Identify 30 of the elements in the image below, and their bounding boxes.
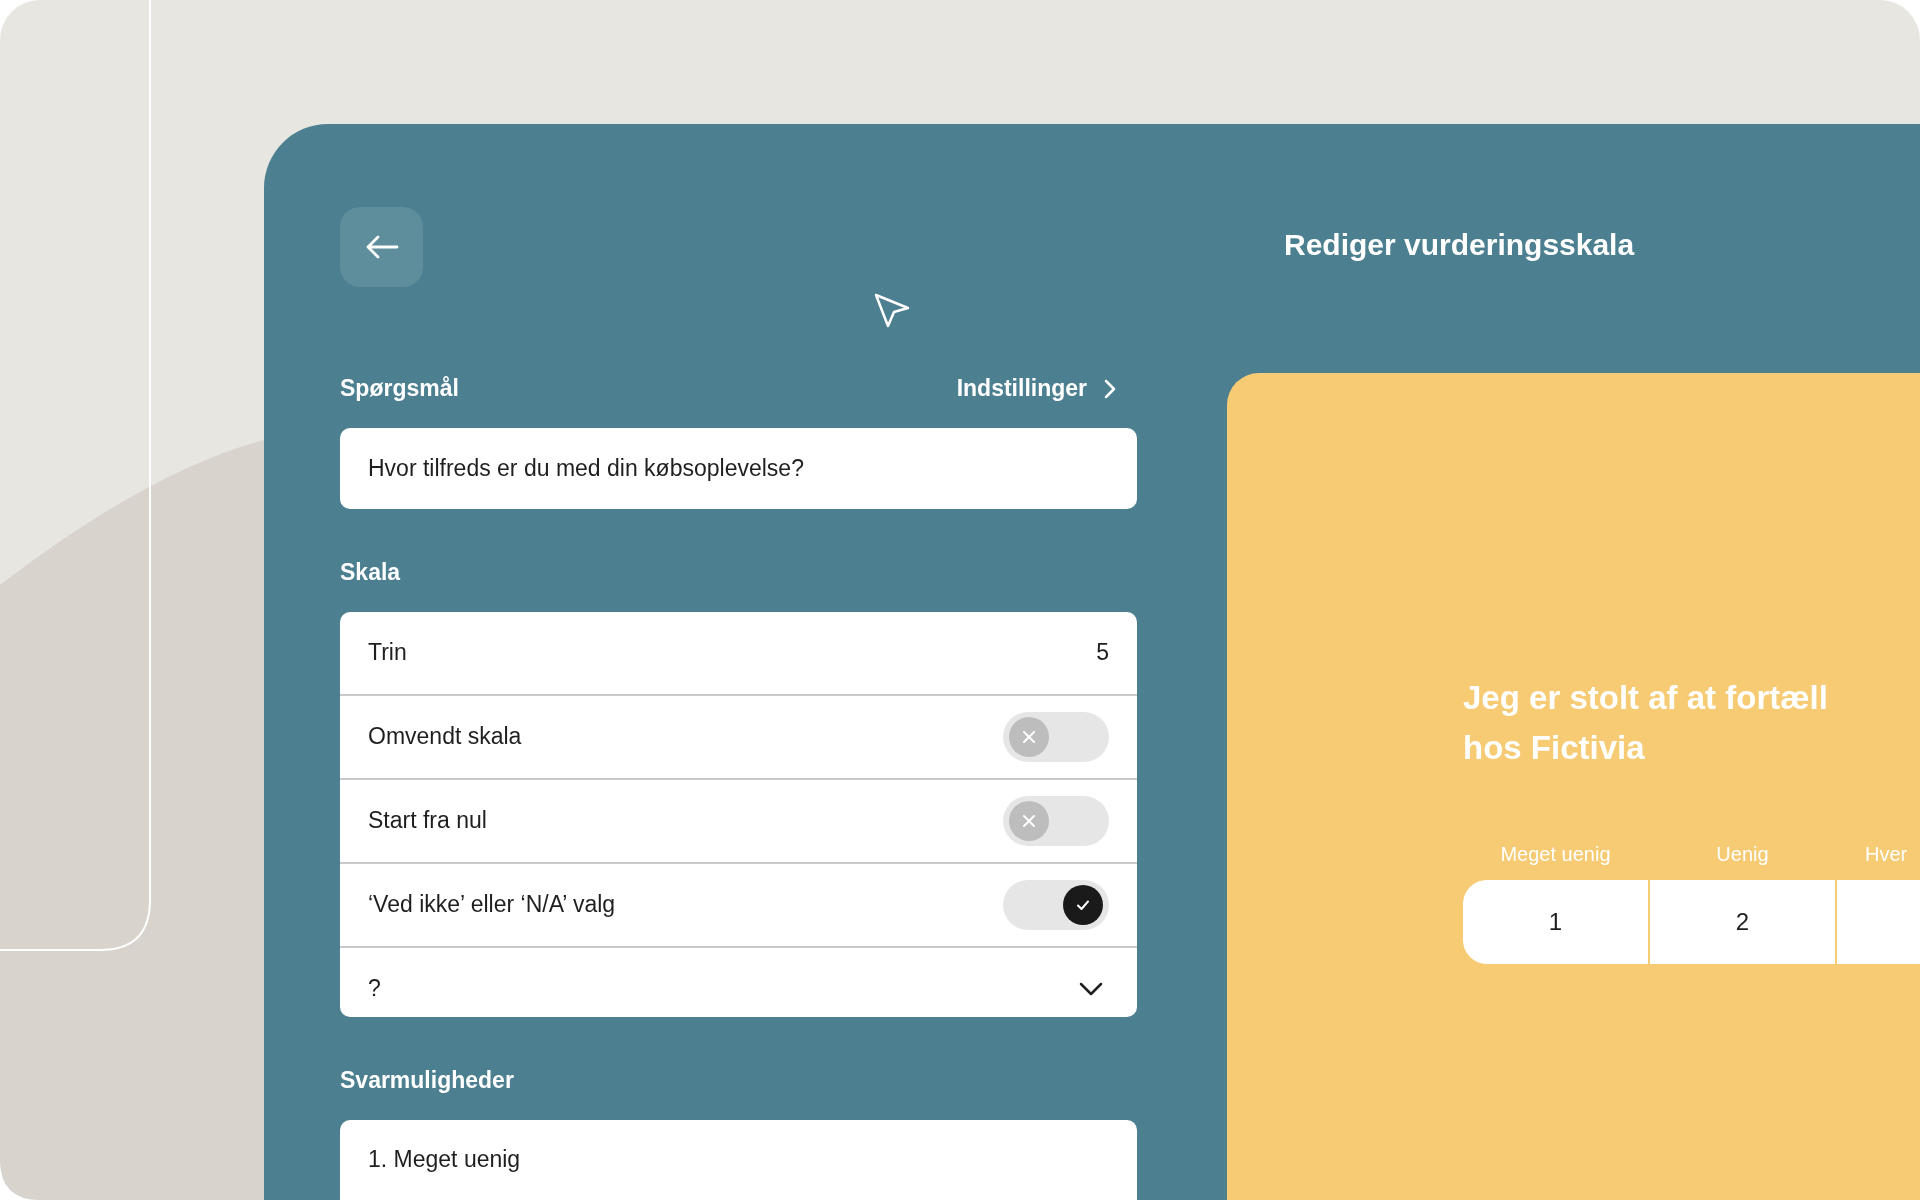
option-label: Hver <box>1865 843 1908 866</box>
toggle-switch[interactable] <box>1003 879 1109 930</box>
toggle-switch[interactable] <box>1003 711 1109 762</box>
setting-label: Trin <box>368 639 407 667</box>
chevron-right-icon <box>1103 377 1117 400</box>
cursor-icon <box>873 292 911 330</box>
close-icon <box>1022 813 1036 828</box>
option-label: Uenig <box>1716 843 1769 866</box>
page-title: Rediger vurderingsskala <box>1284 228 1635 262</box>
setting-label: Start fra nul <box>368 807 487 835</box>
answer-field[interactable]: 1. Meget uenig <box>340 1119 1137 1200</box>
preview-heading: Jeg er stolt af at fortæll <box>1463 678 1828 718</box>
close-icon <box>1022 729 1036 744</box>
section-label: Svarmuligheder <box>340 1066 514 1094</box>
scale-option[interactable]: 1 <box>1463 880 1648 964</box>
option-label: Meget uenig <box>1500 843 1611 866</box>
back-arrow-icon <box>364 234 399 261</box>
toggle-switch[interactable] <box>1003 795 1109 846</box>
back-button[interactable] <box>340 207 423 288</box>
setting-label: ? <box>368 975 381 1003</box>
setting-label: Omvendt skala <box>368 723 522 751</box>
setting-value: 5 <box>1096 639 1109 667</box>
section-label: Skala <box>340 558 401 586</box>
settings-link[interactable]: Indstillinger <box>956 375 1117 403</box>
question-field[interactable]: Hvor tilfreds er du med din købsoplevelse? <box>340 428 1137 509</box>
scale-option[interactable]: 2 <box>1650 880 1835 964</box>
setting-label: ‘Ved ikke’ eller ‘N/A’ valg <box>368 891 616 919</box>
chevron-down-icon[interactable] <box>1079 981 1103 996</box>
section-label: Spørgsmål <box>340 375 459 403</box>
preview-heading: hos Fictivia <box>1463 728 1645 768</box>
